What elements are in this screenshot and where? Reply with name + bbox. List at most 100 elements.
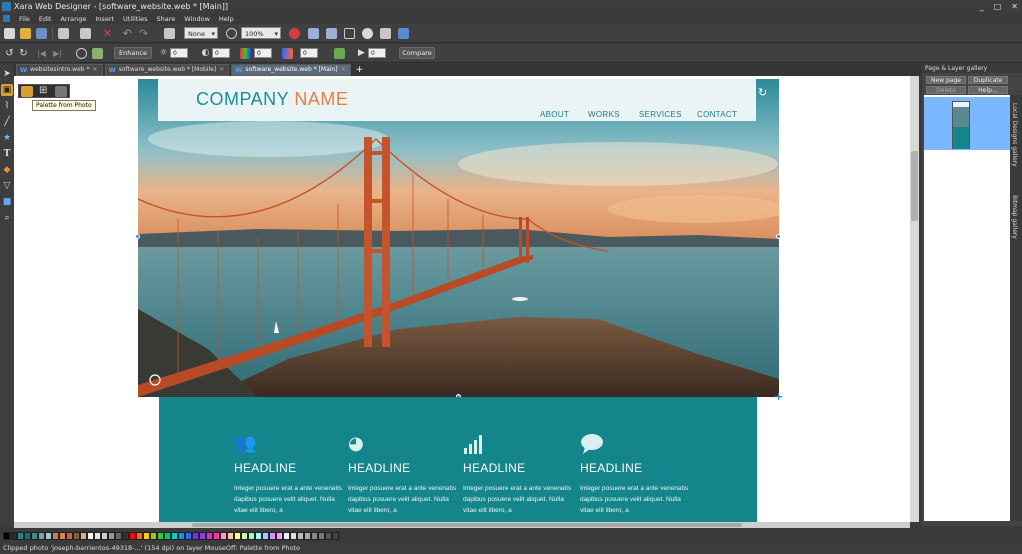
- color-swatch[interactable]: [66, 531, 73, 540]
- bitmap-gallery-tab[interactable]: Bitmap gallery: [1011, 195, 1018, 239]
- color-swatch[interactable]: [255, 531, 262, 540]
- local-designs-tab[interactable]: Local Designs gallery: [1011, 103, 1018, 167]
- color-swatch[interactable]: [213, 531, 220, 540]
- close-tab-icon[interactable]: ×: [93, 64, 98, 76]
- color-swatch[interactable]: [283, 531, 290, 540]
- undo-icon[interactable]: ↶: [122, 28, 133, 39]
- color-swatch[interactable]: [94, 531, 101, 540]
- crop-icon[interactable]: ⊞: [39, 85, 47, 96]
- color-swatch[interactable]: [115, 531, 122, 540]
- document-menu-icon[interactable]: [3, 15, 10, 22]
- hero-photo[interactable]: [138, 79, 779, 397]
- nav-about[interactable]: ABOUT: [540, 110, 569, 119]
- text-tool-icon[interactable]: T: [1, 148, 13, 160]
- color-swatch[interactable]: [31, 531, 38, 540]
- paste-icon[interactable]: [80, 28, 91, 39]
- color-swatch[interactable]: [234, 531, 241, 540]
- zoom-icon[interactable]: [226, 28, 237, 39]
- new-page-button[interactable]: New page: [926, 76, 966, 84]
- menu-utilities[interactable]: Utilities: [123, 15, 147, 23]
- help-button[interactable]: Help...: [968, 86, 1008, 94]
- color-swatch[interactable]: [38, 531, 45, 540]
- new-tab-icon[interactable]: +: [353, 64, 367, 76]
- color-swatch[interactable]: [311, 531, 318, 540]
- play-icon[interactable]: ▶: [356, 48, 367, 59]
- front-icon[interactable]: [164, 28, 175, 39]
- selector-tool-icon[interactable]: ➤: [1, 68, 13, 80]
- color-swatch[interactable]: [45, 531, 52, 540]
- pen-tool-icon[interactable]: ╱: [1, 116, 13, 128]
- site-header[interactable]: COMPANY NAME ABOUT WORKS SERVICES CONTAC…: [158, 79, 756, 121]
- vertical-scrollbar[interactable]: [910, 76, 919, 522]
- color-swatch[interactable]: [220, 531, 227, 540]
- menu-file[interactable]: File: [19, 15, 30, 23]
- filter-icon[interactable]: [334, 48, 345, 59]
- redo-icon[interactable]: ↷: [138, 28, 149, 39]
- menu-arrange[interactable]: Arrange: [60, 15, 86, 23]
- color-swatch[interactable]: [143, 531, 150, 540]
- color-swatch[interactable]: [122, 531, 129, 540]
- canvas[interactable]: COMPANY NAME ABOUT WORKS SERVICES CONTAC…: [14, 76, 910, 522]
- color-swatch[interactable]: [325, 531, 332, 540]
- color-swatch[interactable]: [73, 531, 80, 540]
- copy-icon[interactable]: [58, 28, 69, 39]
- shape-tool-icon[interactable]: ★: [1, 132, 13, 144]
- color-swatch[interactable]: [185, 531, 192, 540]
- color-swatch[interactable]: [101, 531, 108, 540]
- color-swatch[interactable]: [241, 531, 248, 540]
- color-swatch[interactable]: [136, 531, 143, 540]
- compare-button[interactable]: Compare: [399, 47, 435, 59]
- image-icon[interactable]: [326, 28, 337, 39]
- page-icon[interactable]: [308, 28, 319, 39]
- link-icon[interactable]: [344, 28, 355, 39]
- preview-icon[interactable]: [380, 28, 391, 39]
- selection-handle[interactable]: [135, 234, 140, 239]
- color-swatch[interactable]: [297, 531, 304, 540]
- tab-software-main[interactable]: W software_website.web * [Main] ×: [231, 64, 351, 76]
- color-swatch[interactable]: [3, 531, 10, 540]
- color-swatch[interactable]: [59, 531, 66, 540]
- contrast-value[interactable]: 0: [212, 48, 230, 58]
- contour-tool-icon[interactable]: ⌇: [1, 100, 13, 112]
- delete-page-button[interactable]: Delete: [926, 86, 966, 94]
- close-tab-icon[interactable]: ×: [341, 64, 346, 76]
- color-swatch[interactable]: [276, 531, 283, 540]
- color-swatch[interactable]: [199, 531, 206, 540]
- color-swatch[interactable]: [164, 531, 171, 540]
- play-value[interactable]: 0: [368, 48, 386, 58]
- menu-insert[interactable]: Insert: [95, 15, 114, 23]
- photo-edit-icon[interactable]: [55, 86, 67, 97]
- color-swatch[interactable]: [178, 531, 185, 540]
- tab-websitesintro[interactable]: W websitesintro.web * ×: [16, 64, 103, 76]
- color-swatch[interactable]: [52, 531, 59, 540]
- color-swatch[interactable]: [17, 531, 24, 540]
- enhance-button[interactable]: Enhance: [114, 47, 152, 59]
- rotate-left-icon[interactable]: ↺: [4, 48, 15, 59]
- open-folder-icon[interactable]: [20, 28, 31, 39]
- color-swatch[interactable]: [108, 531, 115, 540]
- rotate-right-icon[interactable]: ↻: [18, 48, 29, 59]
- nav-contact[interactable]: CONTACT: [697, 110, 737, 119]
- menu-share[interactable]: Share: [157, 15, 176, 23]
- color-swatch[interactable]: [192, 531, 199, 540]
- menu-edit[interactable]: Edit: [39, 15, 52, 23]
- next-icon[interactable]: ▶|: [52, 48, 63, 59]
- zoom-tool-icon[interactable]: ⌕: [1, 212, 13, 224]
- fill-tool-icon[interactable]: ◆: [1, 164, 13, 176]
- color-swatch[interactable]: [318, 531, 325, 540]
- web-properties-icon[interactable]: [362, 28, 373, 39]
- close-window-button[interactable]: ✕: [1011, 0, 1018, 13]
- fill-combo[interactable]: None: [184, 27, 218, 40]
- color-swatch[interactable]: [269, 531, 276, 540]
- color-swatch[interactable]: [248, 531, 255, 540]
- temperature-value[interactable]: 0: [300, 48, 318, 58]
- page-thumbnail[interactable]: [952, 101, 970, 149]
- color-swatch[interactable]: [206, 531, 213, 540]
- page-thumbnail-row[interactable]: [924, 97, 1010, 150]
- close-tab-icon[interactable]: ×: [219, 64, 224, 76]
- publish-icon[interactable]: [398, 28, 409, 39]
- color-swatch[interactable]: [227, 531, 234, 540]
- menu-window[interactable]: Window: [184, 15, 210, 23]
- contrast-icon[interactable]: ◐: [200, 48, 211, 59]
- color-swatch[interactable]: [262, 531, 269, 540]
